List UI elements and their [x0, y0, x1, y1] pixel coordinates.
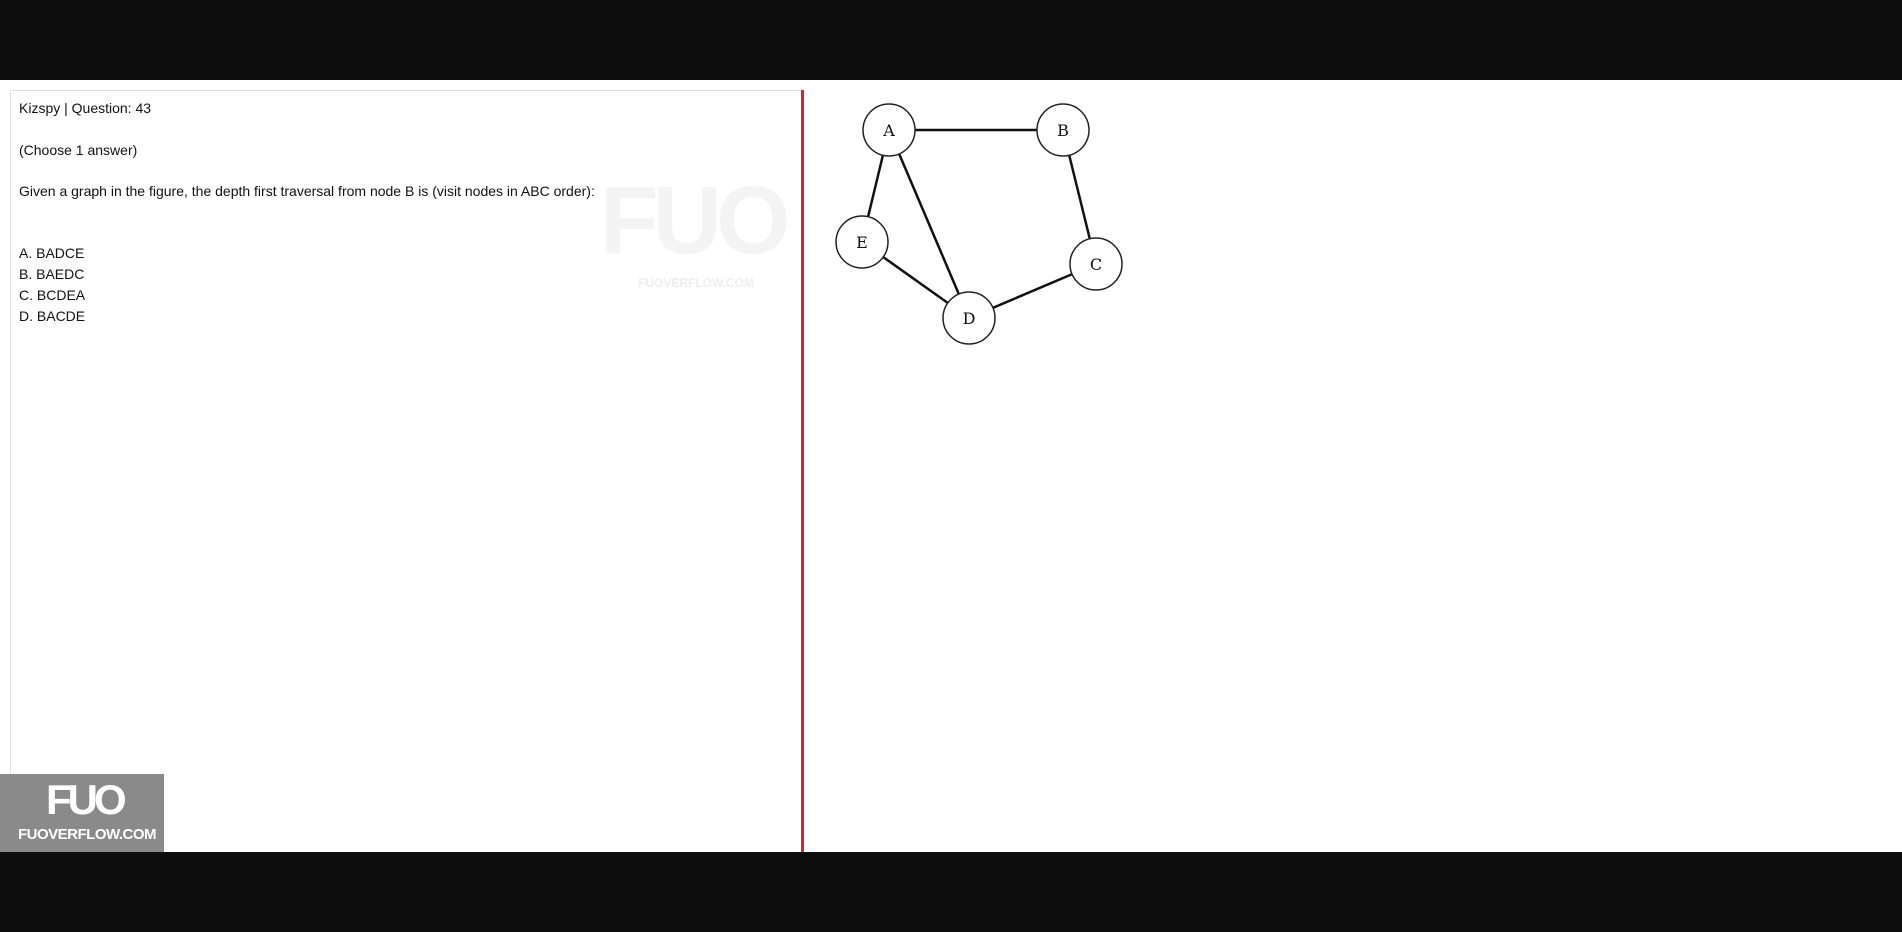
content-area: Kizspy | Question: 43 (Choose 1 answer) … [0, 80, 1902, 852]
node-label: E [856, 233, 868, 252]
brand-site: FUOVERFLOW.COM [18, 826, 157, 843]
brand-badge: FUO FUOVERFLOW.COM [0, 774, 164, 852]
node-e: E [835, 215, 889, 269]
top-letterbox [0, 0, 1902, 80]
node-label: C [1090, 255, 1102, 274]
node-label: A [882, 121, 895, 140]
option-c: C. BCDEA [19, 287, 86, 303]
node-d: D [942, 291, 996, 345]
answer-hint: (Choose 1 answer) [19, 142, 138, 158]
node-b: B [1036, 103, 1090, 157]
question-pane [10, 90, 801, 852]
graph-figure: A B C D E [835, 103, 1123, 345]
question-header: Kizspy | Question: 43 [19, 100, 152, 116]
option-a: A. BADCE [19, 245, 85, 261]
bottom-letterbox [0, 852, 1902, 932]
brand-logo: FUO [46, 776, 127, 823]
question-text: Given a graph in the figure, the depth f… [19, 183, 595, 199]
pane-divider [801, 90, 804, 852]
option-b: B. BAEDC [19, 266, 85, 282]
graph-nodes: A B C D E [835, 103, 1123, 345]
graph-edges [860, 128, 1098, 320]
option-d: D. BACDE [19, 308, 86, 324]
node-label: D [963, 309, 976, 328]
node-label: B [1057, 121, 1069, 140]
node-a: A [862, 103, 916, 157]
node-c: C [1069, 237, 1123, 291]
